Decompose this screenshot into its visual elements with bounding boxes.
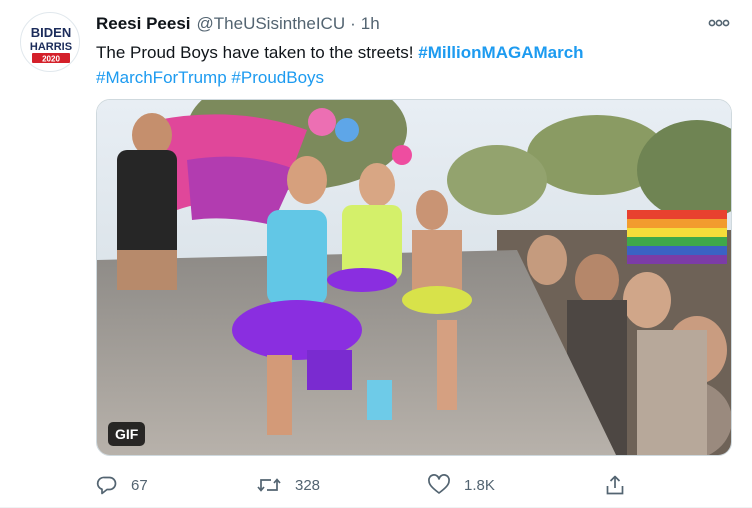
tweet[interactable]: BIDEN HARRIS 2020 Reesi Peesi @TheUSisin…: [0, 0, 752, 508]
more-icon: [708, 19, 730, 27]
tweet-body: The Proud Boys have taken to the streets…: [96, 43, 419, 62]
retweet-icon: [257, 478, 281, 492]
author-name[interactable]: Reesi Peesi: [96, 14, 191, 34]
hashtag-link[interactable]: #MillionMAGAMarch: [418, 43, 583, 62]
biden-harris-logo: BIDEN HARRIS 2020: [30, 25, 72, 64]
hashtag-link[interactable]: #MarchForTrump: [96, 68, 227, 87]
gif-badge: GIF: [108, 422, 146, 446]
avatar[interactable]: BIDEN HARRIS 2020: [20, 12, 80, 72]
gif-media[interactable]: [96, 99, 732, 456]
author-handle[interactable]: @TheUSisintheICU: [197, 14, 346, 34]
retweet-count: 328: [295, 476, 321, 494]
share-icon: [606, 475, 624, 495]
reply-count: 67: [131, 476, 148, 494]
hashtag-link[interactable]: #ProudBoys: [231, 68, 324, 87]
tweet-header: Reesi Peesi @TheUSisintheICU · 1h: [96, 13, 380, 35]
parade-gif-image: [97, 100, 731, 455]
svg-text:HARRIS: HARRIS: [30, 41, 72, 53]
separator-dot: ·: [350, 14, 356, 33]
reply-button[interactable]: 67: [96, 472, 148, 498]
action-bar: 67 328 1.8K: [96, 472, 656, 498]
like-button[interactable]: 1.8K: [427, 472, 495, 498]
svg-text:2020: 2020: [42, 55, 60, 64]
svg-text:BIDEN: BIDEN: [31, 25, 71, 40]
more-button[interactable]: [706, 14, 732, 32]
share-button[interactable]: [604, 472, 626, 498]
reply-icon: [96, 476, 117, 495]
tweet-time[interactable]: 1h: [361, 14, 380, 34]
like-icon: [428, 474, 450, 494]
retweet-button[interactable]: 328: [256, 472, 320, 498]
like-count: 1.8K: [464, 476, 495, 494]
tweet-text: The Proud Boys have taken to the streets…: [96, 40, 736, 90]
